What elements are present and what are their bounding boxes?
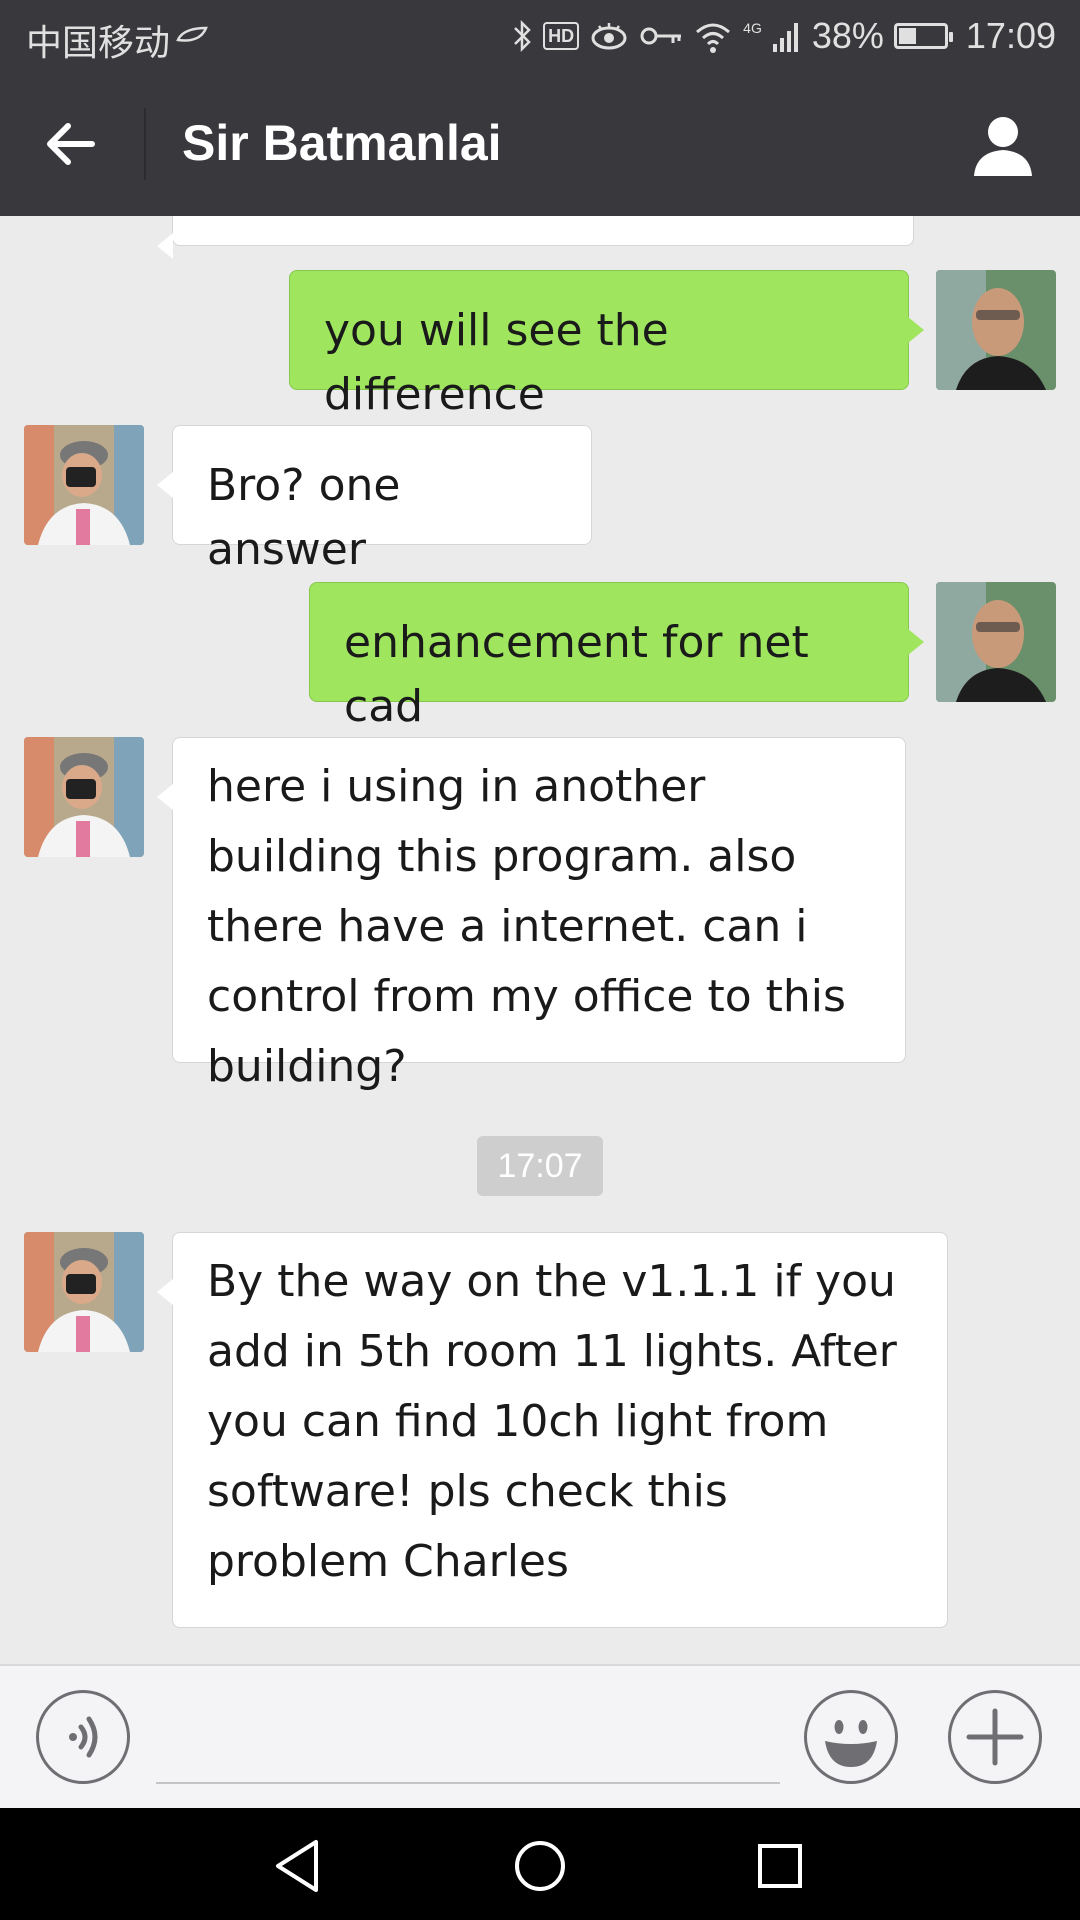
my-avatar[interactable] [936,270,1056,390]
more-button[interactable] [948,1690,1042,1784]
nav-recents-icon[interactable] [748,1834,812,1898]
message-text: Bro? one answer [207,460,401,575]
message-input[interactable] [156,1696,780,1784]
contact-avatar[interactable] [24,737,144,857]
bluetooth-icon [514,19,531,53]
message-bubble-incoming[interactable]: Bro? one answer [157,425,592,575]
carrier-label: 中国移动 [26,22,171,63]
leaf-icon [176,26,208,42]
hd-badge: HD [543,22,580,50]
message-text: here i using in another building this pr… [207,761,846,1092]
clock: 17:09 [965,15,1056,56]
input-bar [0,1664,1080,1808]
plus-icon [966,1708,1024,1766]
status-bar: 中国移动 HD 4G 38% 17:09 [0,0,1080,72]
contact-avatar[interactable] [24,425,144,545]
eye-icon [591,23,627,50]
voice-icon [69,1716,98,1758]
message-text: By the way on the v1.1.1 if you add in 5… [207,1256,897,1587]
nav-back-icon[interactable] [268,1834,332,1898]
emoji-button[interactable] [804,1690,898,1784]
status-icons: HD 4G 38% 17:09 [511,14,1056,58]
partial-message-bubble[interactable] [157,216,914,259]
chat-title: Sir Batmanlai [182,115,502,171]
message-bubble-outgoing[interactable]: you will see the difference [289,270,924,420]
message-text: enhancement for net cad [344,617,809,732]
chat-header: Sir Batmanlai [0,72,1080,216]
message-list[interactable]: you will see the difference Bro? one ans… [0,216,1080,1664]
my-avatar[interactable] [936,582,1056,702]
emoji-icon [825,1720,877,1767]
network-type: 4G [743,20,762,36]
arrow-left-icon[interactable] [40,114,100,174]
timestamp-chip: 17:07 [477,1136,603,1196]
message-bubble-incoming[interactable]: By the way on the v1.1.1 if you add in 5… [157,1232,948,1628]
message-bubble-outgoing[interactable]: enhancement for net cad [309,582,924,732]
battery-icon [893,23,953,49]
header-divider [144,108,146,180]
key-icon [640,27,682,45]
voice-button[interactable] [36,1690,130,1784]
message-text: you will see the difference [324,305,669,420]
signal-icon [772,23,798,52]
person-icon[interactable] [970,112,1036,178]
message-bubble-incoming[interactable]: here i using in another building this pr… [157,737,906,1092]
wifi-icon [696,23,731,53]
battery-percent: 38% [811,15,884,56]
system-nav-bar [0,1808,1080,1920]
nav-home-icon[interactable] [508,1834,572,1898]
contact-avatar[interactable] [24,1232,144,1352]
